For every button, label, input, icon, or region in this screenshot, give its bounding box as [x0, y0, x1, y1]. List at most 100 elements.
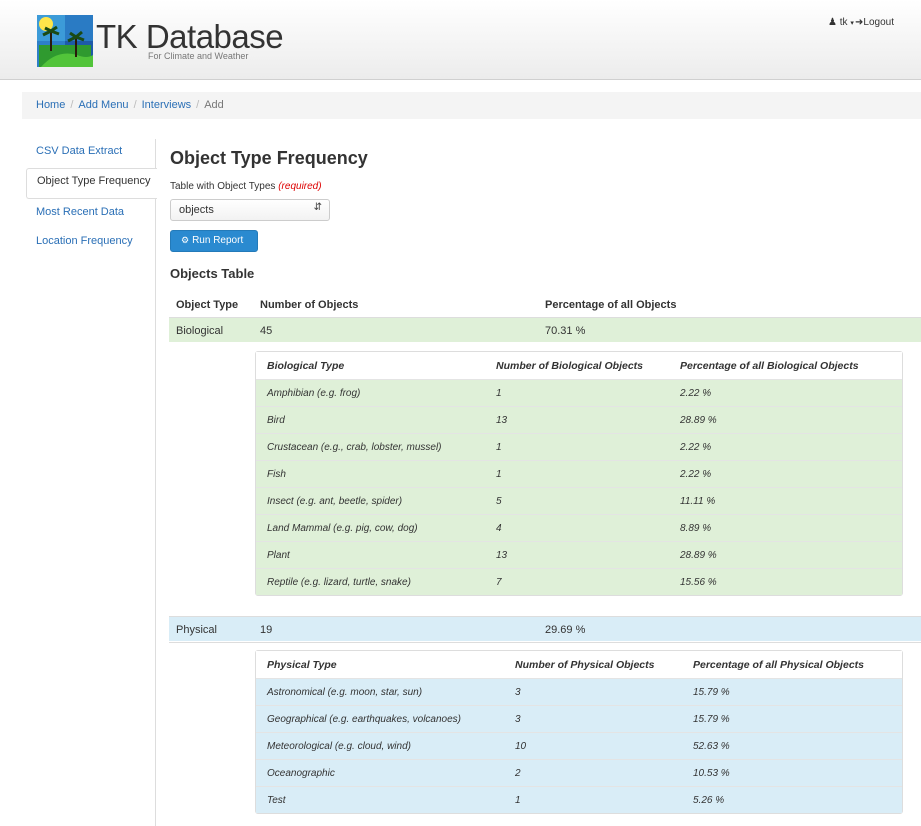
object-types-select[interactable]: objects ⇵: [170, 199, 330, 221]
brand-title: TK Database: [96, 18, 284, 55]
table-row: Amphibian (e.g. frog) 1 2.22 %: [256, 379, 902, 406]
required-marker: (required): [278, 181, 322, 192]
count-cell: 3: [515, 687, 521, 698]
header-percentage: Percentage of all Objects: [545, 299, 677, 311]
biological-subtable: Biological Type Number of Biological Obj…: [255, 351, 903, 596]
percent-cell: 52.63 %: [693, 741, 730, 752]
user-icon: ♟: [828, 17, 837, 28]
object-types-select-value: objects: [179, 204, 214, 216]
run-report-label: Run Report: [192, 235, 244, 246]
objects-table-title: Objects Table: [170, 266, 255, 281]
table-row: Insect (e.g. ant, beetle, spider) 5 11.11 …: [256, 487, 902, 514]
sidebar-item-location-frequency[interactable]: Location Frequency: [26, 229, 156, 258]
top-header: TK Database For Climate and Weather ♟ tk…: [0, 0, 921, 80]
object-types-label: Table with Object Types (required): [170, 181, 322, 192]
table-row: Land Mammal (e.g. pig, cow, dog) 4 8.89 %: [256, 514, 902, 541]
type-cell: Meteorological (e.g. cloud, wind): [267, 741, 411, 752]
table-row: Bird 13 28.89 %: [256, 406, 902, 433]
breadcrumb-home[interactable]: Home: [36, 99, 65, 111]
count-cell: 2: [515, 768, 521, 779]
sidebar-item-object-type-frequency[interactable]: Object Type Frequency: [26, 168, 157, 199]
object-type-cell: Biological: [176, 325, 224, 337]
breadcrumb-add-menu[interactable]: Add Menu: [78, 99, 128, 111]
objects-table-physical: Physical 19 29.69 %: [169, 616, 921, 641]
table-row: Geographical (e.g. earthquakes, volcanoe…: [256, 705, 902, 732]
row-divider: [169, 642, 921, 643]
table-row: Oceanographic 2 10.53 %: [256, 759, 902, 786]
count-cell: 3: [515, 714, 521, 725]
header-physical-type: Physical Type: [267, 659, 337, 671]
count-cell: 4: [496, 523, 502, 534]
table-row: Crustacean (e.g., crab, lobster, mussel)…: [256, 433, 902, 460]
object-count-cell: 19: [260, 624, 273, 636]
select-arrows-icon: ⇵: [313, 202, 322, 213]
count-cell: 13: [496, 550, 508, 561]
percent-cell: 8.89 %: [680, 523, 712, 534]
type-cell: Bird: [267, 415, 285, 426]
table-row: Plant 13 28.89 %: [256, 541, 902, 568]
objects-table-header: Object Type Number of Objects Percentage…: [169, 292, 921, 317]
page-title: Object Type Frequency: [170, 148, 368, 168]
type-cell: Plant: [267, 550, 290, 561]
table-row-biological: Biological 45 70.31 %: [169, 317, 921, 342]
user-menu[interactable]: ♟ tk ▾: [828, 17, 854, 28]
header-number-of-objects: Number of Objects: [260, 299, 359, 311]
table-row: Test 1 5.26 %: [256, 786, 902, 813]
count-cell: 10: [515, 741, 527, 752]
tk-database-logo[interactable]: [37, 15, 93, 67]
brand: TK Database For Climate and Weather: [96, 18, 284, 61]
header-biological-type: Biological Type: [267, 360, 345, 372]
count-cell: 13: [496, 415, 508, 426]
count-cell: 1: [496, 388, 502, 399]
type-cell: Geographical (e.g. earthquakes, volcanoe…: [267, 714, 462, 725]
percent-cell: 15.79 %: [693, 687, 730, 698]
percent-cell: 28.89 %: [680, 550, 717, 561]
count-cell: 1: [496, 442, 502, 453]
type-cell: Astronomical (e.g. moon, star, sun): [267, 687, 423, 698]
sidebar-item-most-recent-data[interactable]: Most Recent Data: [26, 200, 156, 229]
type-cell: Land Mammal (e.g. pig, cow, dog): [267, 523, 418, 534]
table-row: Meteorological (e.g. cloud, wind) 10 52.63…: [256, 732, 902, 759]
object-percent-cell: 29.69 %: [545, 624, 586, 636]
type-cell: Insect (e.g. ant, beetle, spider): [267, 496, 403, 507]
count-cell: 1: [496, 469, 502, 480]
run-report-button[interactable]: ⚙ Run Report: [170, 230, 258, 252]
physical-subtable-header: Physical Type Number of Physical Objects…: [256, 651, 902, 678]
percent-cell: 15.56 %: [680, 577, 717, 588]
breadcrumb-interviews[interactable]: Interviews: [142, 99, 192, 111]
object-count-cell: 45: [260, 325, 273, 337]
percent-cell: 28.89 %: [680, 415, 717, 426]
biological-subtable-header: Biological Type Number of Biological Obj…: [256, 352, 902, 379]
objects-table: Object Type Number of Objects Percentage…: [169, 292, 921, 342]
header-object-type: Object Type: [176, 299, 239, 311]
sidebar-item-csv-data-extract[interactable]: CSV Data Extract: [26, 139, 156, 168]
type-cell: Amphibian (e.g. frog): [267, 388, 361, 399]
percent-cell: 5.26 %: [693, 795, 725, 806]
percent-cell: 2.22 %: [680, 469, 712, 480]
percent-cell: 2.22 %: [680, 388, 712, 399]
type-cell: Oceanographic: [267, 768, 335, 779]
chevron-down-icon: ▾: [850, 20, 854, 27]
table-row: Reptile (e.g. lizard, turtle, snake) 7 15.…: [256, 568, 902, 595]
gear-icon: ⚙: [181, 235, 190, 245]
header-percent-biological: Percentage of all Biological Objects: [680, 360, 859, 372]
percent-cell: 11.11 %: [680, 496, 716, 507]
user-name: tk: [839, 17, 848, 28]
table-row-physical: Physical 19 29.69 %: [169, 616, 921, 641]
object-type-cell: Physical: [176, 624, 217, 636]
breadcrumb-current: Add: [204, 99, 224, 111]
logout-link[interactable]: ➜Logout: [855, 17, 894, 28]
physical-subtable: Physical Type Number of Physical Objects…: [255, 650, 903, 814]
table-row: Fish 1 2.22 %: [256, 460, 902, 487]
type-cell: Reptile (e.g. lizard, turtle, snake): [267, 577, 411, 588]
breadcrumb: Home / Add Menu / Interviews / Add: [22, 92, 921, 119]
percent-cell: 15.79 %: [693, 714, 730, 725]
type-cell: Fish: [267, 469, 286, 480]
count-cell: 1: [515, 795, 521, 806]
percent-cell: 2.22 %: [680, 442, 712, 453]
object-percent-cell: 70.31 %: [545, 325, 586, 337]
object-types-label-text: Table with Object Types: [170, 181, 276, 192]
header-number-biological: Number of Biological Objects: [496, 360, 644, 372]
header-number-physical: Number of Physical Objects: [515, 659, 655, 671]
logout-label: Logout: [863, 17, 894, 28]
